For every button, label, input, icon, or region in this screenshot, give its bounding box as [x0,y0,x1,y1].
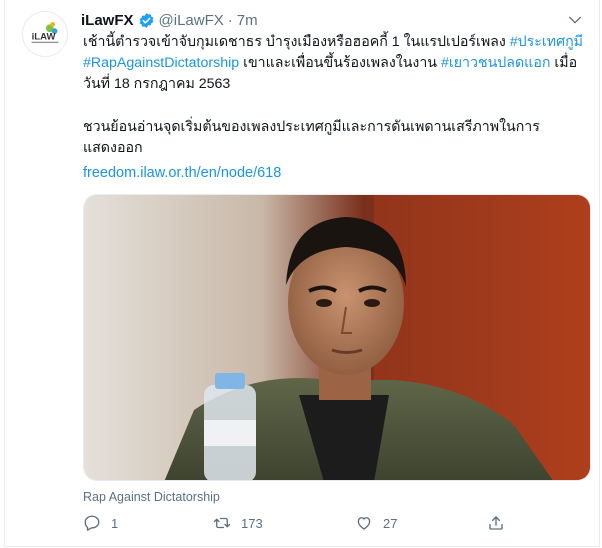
verified-badge-icon [139,12,153,28]
share-icon [489,516,503,530]
tweet-header: iLawFX @iLawFX · 7m [81,10,258,30]
avatar[interactable]: iLAW [22,11,68,57]
like-count: 27 [383,515,398,531]
heart-icon [357,517,371,530]
retweet-icon [213,517,231,529]
photo-image [84,195,590,480]
tweet-timestamp[interactable]: 7m [237,12,258,29]
media-caption: Rap Against Dictatorship [83,490,220,504]
hashtag-link[interactable]: #RapAgainstDictatorship [83,55,239,71]
retweet-button[interactable]: 173 [213,514,263,532]
author-name[interactable]: iLawFX [81,12,134,29]
separator-dot: · [227,11,233,29]
like-button[interactable]: 27 [355,514,397,532]
tweet-text-segment: เขาและเพื่อนขึ้นร้องเพลงในงาน [239,55,441,71]
tweet-paragraph-2: ชวนย้อนอ่านจุดเริ่มต้นของเพลงประเทศกูมีแ… [83,119,540,156]
reply-icon [84,515,100,531]
share-button[interactable] [487,514,505,532]
avatar-logo-text: iLAW [32,32,56,43]
tweet-text: เช้านี้ตำรวจเข้าจับกุมเดชาธร บำรุงเมืองห… [83,32,593,159]
reply-button[interactable]: 1 [83,514,118,532]
tweet-actions: 1 173 27 [83,514,513,536]
author-handle[interactable]: @iLawFX [159,12,224,29]
chevron-down-icon[interactable] [567,12,583,28]
tweet-paragraph-1: เช้านี้ตำรวจเข้าจับกุมเดชาธร บำรุงเมืองห… [83,32,593,95]
ilaw-logo-icon: iLAW [23,12,67,56]
hashtag-link[interactable]: #เยาวชนปลดแอก [441,55,550,71]
hashtag-link[interactable]: #ประเทศกูมี [510,34,583,50]
reply-count: 1 [111,515,119,531]
retweet-count: 173 [241,515,263,531]
tweet-photo[interactable] [83,194,591,481]
tweet-text-segment: เช้านี้ตำรวจเข้าจับกุมเดชาธร บำรุงเมืองห… [83,34,510,50]
tweet-card[interactable]: iLAW iLawFX @iLawFX · 7m เช้านี้ตำรวจเข้… [4,0,600,547]
tweet-url-link[interactable]: freedom.ilaw.or.th/en/node/618 [83,165,281,181]
